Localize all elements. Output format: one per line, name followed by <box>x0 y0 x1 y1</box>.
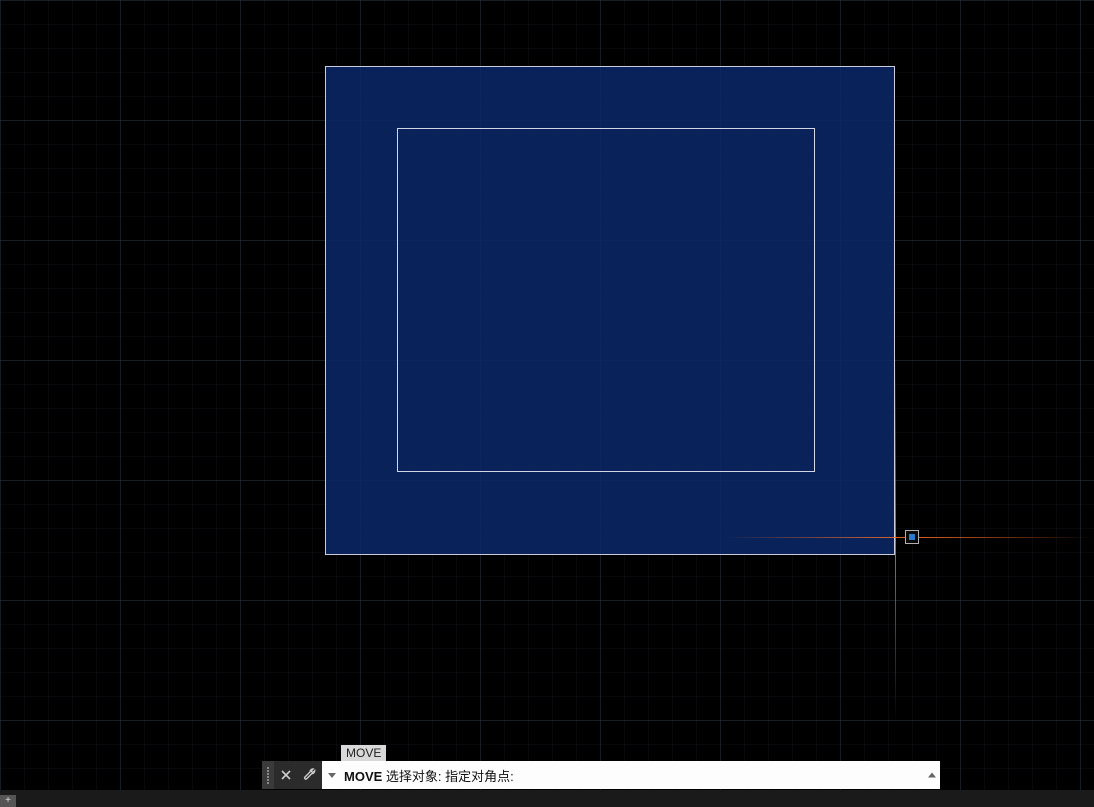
customize-button[interactable] <box>298 761 322 789</box>
command-tooltip: MOVE <box>341 745 386 761</box>
drawing-canvas[interactable]: MOVE <box>0 0 1094 790</box>
command-line-text: MOVE 选择对象: 指定对角点: <box>344 766 514 785</box>
command-tooltip-text: MOVE <box>346 746 381 760</box>
command-bar: MOVE 选择对象: 指定对角点: <box>262 761 940 789</box>
command-hint: 指定对角点: <box>445 769 514 784</box>
drawn-rectangle <box>397 128 815 472</box>
command-name: MOVE <box>344 769 382 784</box>
command-bar-grip[interactable] <box>262 761 274 789</box>
cursor-pickbox <box>905 530 919 544</box>
plus-icon: + <box>5 796 11 806</box>
command-input[interactable]: MOVE 选择对象: 指定对角点: <box>322 761 940 789</box>
close-command-bar-button[interactable] <box>274 761 298 789</box>
dropdown-icon[interactable] <box>328 773 336 778</box>
crosshair-vertical <box>895 352 896 722</box>
expand-up-icon[interactable] <box>928 773 936 778</box>
add-layout-tab-button[interactable]: + <box>0 795 16 807</box>
close-icon <box>280 769 292 781</box>
command-prompt: 选择对象: <box>386 769 442 784</box>
wrench-icon <box>302 767 318 783</box>
